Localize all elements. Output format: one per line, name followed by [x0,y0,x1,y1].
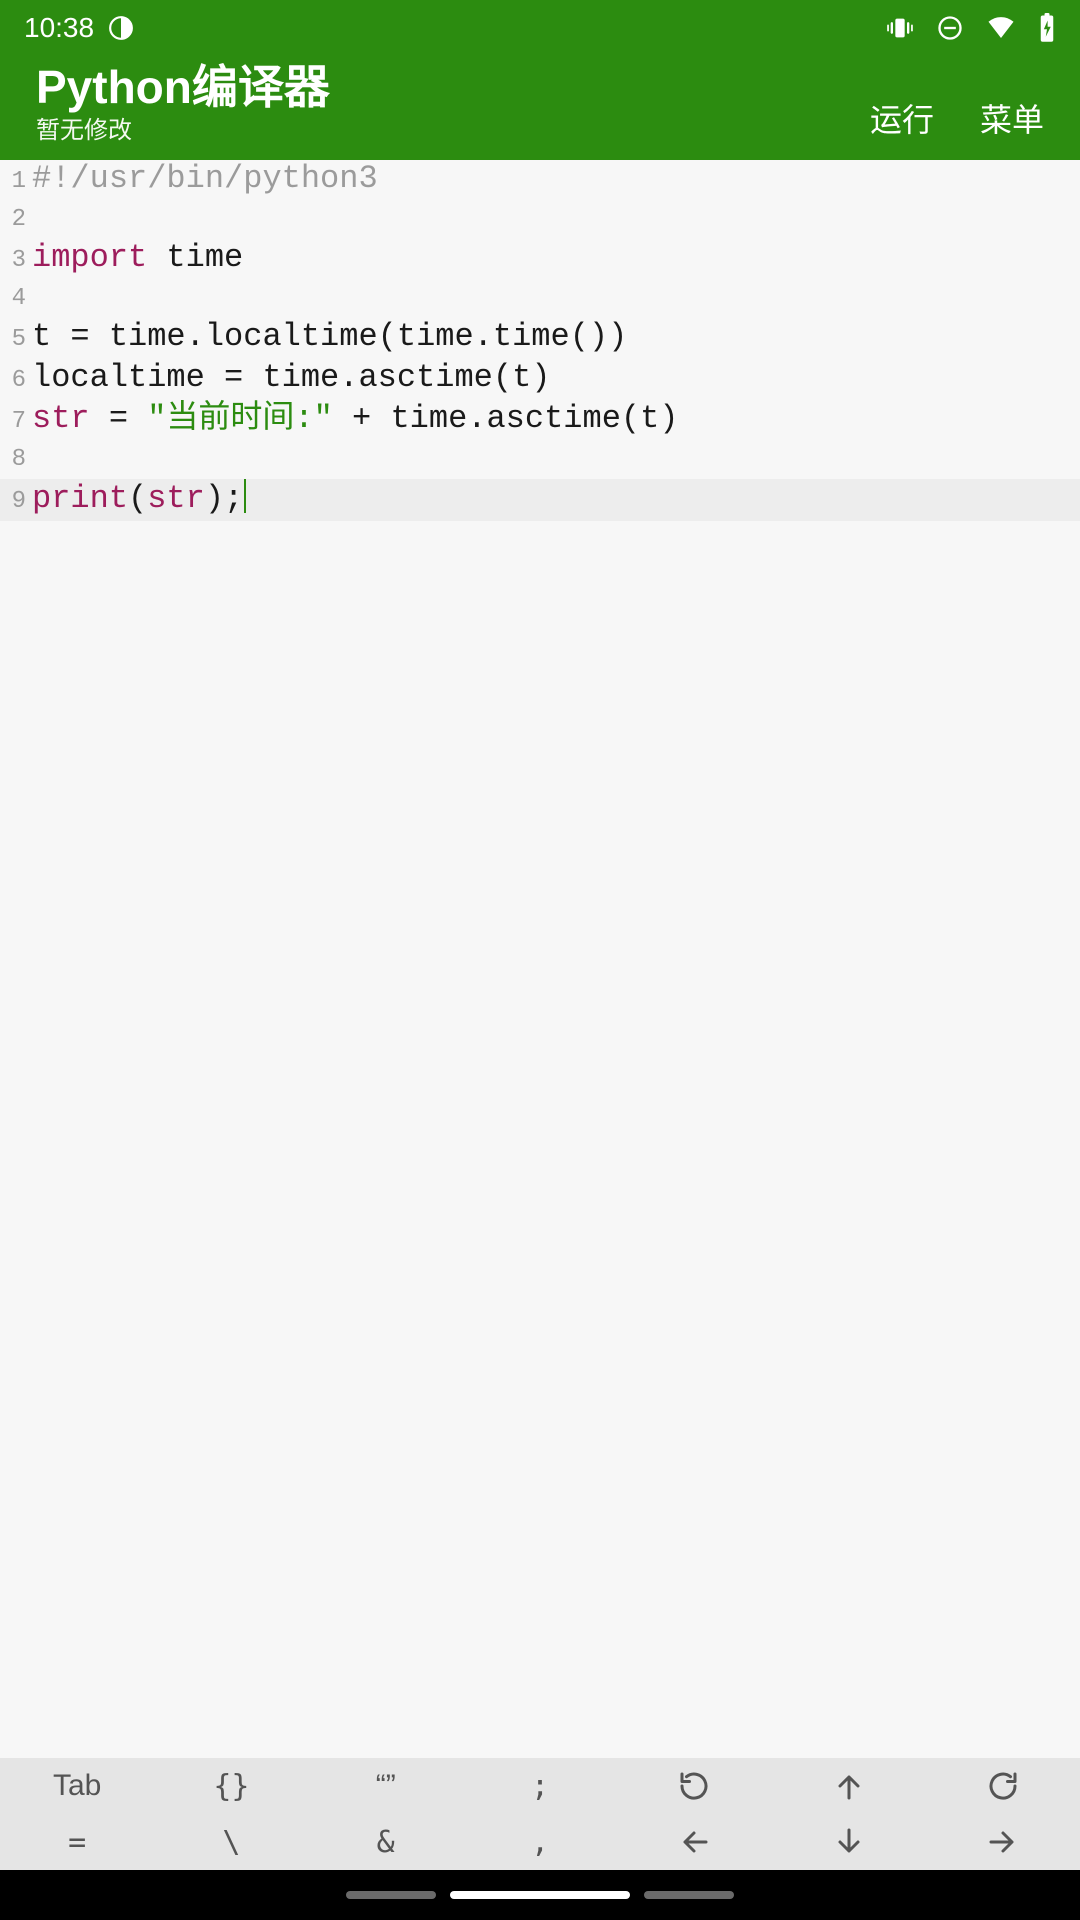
status-right [886,13,1056,43]
key-tab[interactable]: Tab [0,1758,154,1814]
key-arrow-up[interactable] [771,1758,925,1814]
key-ampersand[interactable]: & [309,1814,463,1870]
line-number: 4 [0,280,32,318]
app-actions: 运行 菜单 [870,67,1044,141]
nav-pill-home[interactable] [450,1891,630,1899]
line-number: 3 [0,242,32,280]
key-arrow-right[interactable] [926,1814,1080,1870]
code-line[interactable]: 8 [0,441,1080,479]
code-content[interactable]: str = "当前时间:" + time.asctime(t) [32,400,1080,438]
code-line[interactable]: 5t = time.localtime(time.time()) [0,318,1080,359]
nav-pill [346,1891,436,1899]
app-title-block: Python编译器 暂无修改 [36,62,870,146]
arrow-up-icon [831,1768,867,1804]
code-line[interactable]: 9print(str); [0,479,1080,521]
key-quotes[interactable]: “” [309,1758,463,1814]
app-status-icon [108,15,134,41]
key-backslash[interactable]: \ [154,1814,308,1870]
dnd-icon [936,14,964,42]
code-editor[interactable]: 1#!/usr/bin/python323import time45t = ti… [0,160,1080,1760]
redo-icon [985,1768,1021,1804]
code-content[interactable]: #!/usr/bin/python3 [32,160,1080,198]
key-braces[interactable]: {} [154,1758,308,1814]
line-number: 5 [0,321,32,359]
line-number: 2 [0,201,32,239]
run-button[interactable]: 运行 [870,95,934,141]
key-arrow-down[interactable] [771,1814,925,1870]
key-redo[interactable] [926,1758,1080,1814]
status-left: 10:38 [24,12,134,44]
key-undo[interactable] [617,1758,771,1814]
code-content[interactable]: print(str); [32,479,1080,518]
key-arrow-left[interactable] [617,1814,771,1870]
nav-pill [644,1891,734,1899]
app-subtitle: 暂无修改 [36,115,870,146]
menu-button[interactable]: 菜单 [980,95,1044,141]
code-content[interactable]: import time [32,239,1080,277]
arrow-down-icon [831,1824,867,1860]
line-number: 9 [0,483,32,521]
undo-icon [676,1768,712,1804]
key-comma[interactable]: , [463,1814,617,1870]
code-line[interactable]: 3import time [0,239,1080,280]
code-line[interactable]: 1#!/usr/bin/python3 [0,160,1080,201]
wifi-icon [986,13,1016,43]
code-line[interactable]: 6localtime = time.asctime(t) [0,359,1080,400]
line-number: 6 [0,362,32,400]
arrow-right-icon [985,1824,1021,1860]
vibrate-icon [886,14,914,42]
arrow-left-icon [676,1824,712,1860]
app-bar: Python编译器 暂无修改 运行 菜单 [0,56,1080,160]
code-content[interactable]: t = time.localtime(time.time()) [32,318,1080,356]
code-line[interactable]: 2 [0,201,1080,239]
code-line[interactable]: 7str = "当前时间:" + time.asctime(t) [0,400,1080,441]
line-number: 7 [0,403,32,441]
app-title: Python编译器 [36,62,870,113]
status-time: 10:38 [24,12,94,44]
battery-icon [1038,13,1056,43]
system-nav-bar [0,1870,1080,1920]
key-semicolon[interactable]: ; [463,1758,617,1814]
code-content[interactable]: localtime = time.asctime(t) [32,359,1080,397]
line-number: 8 [0,441,32,479]
keyboard-accessory: Tab {} “” ; = \ & , [0,1758,1080,1870]
key-equals[interactable]: = [0,1814,154,1870]
line-number: 1 [0,163,32,201]
status-bar: 10:38 [0,0,1080,56]
code-line[interactable]: 4 [0,280,1080,318]
